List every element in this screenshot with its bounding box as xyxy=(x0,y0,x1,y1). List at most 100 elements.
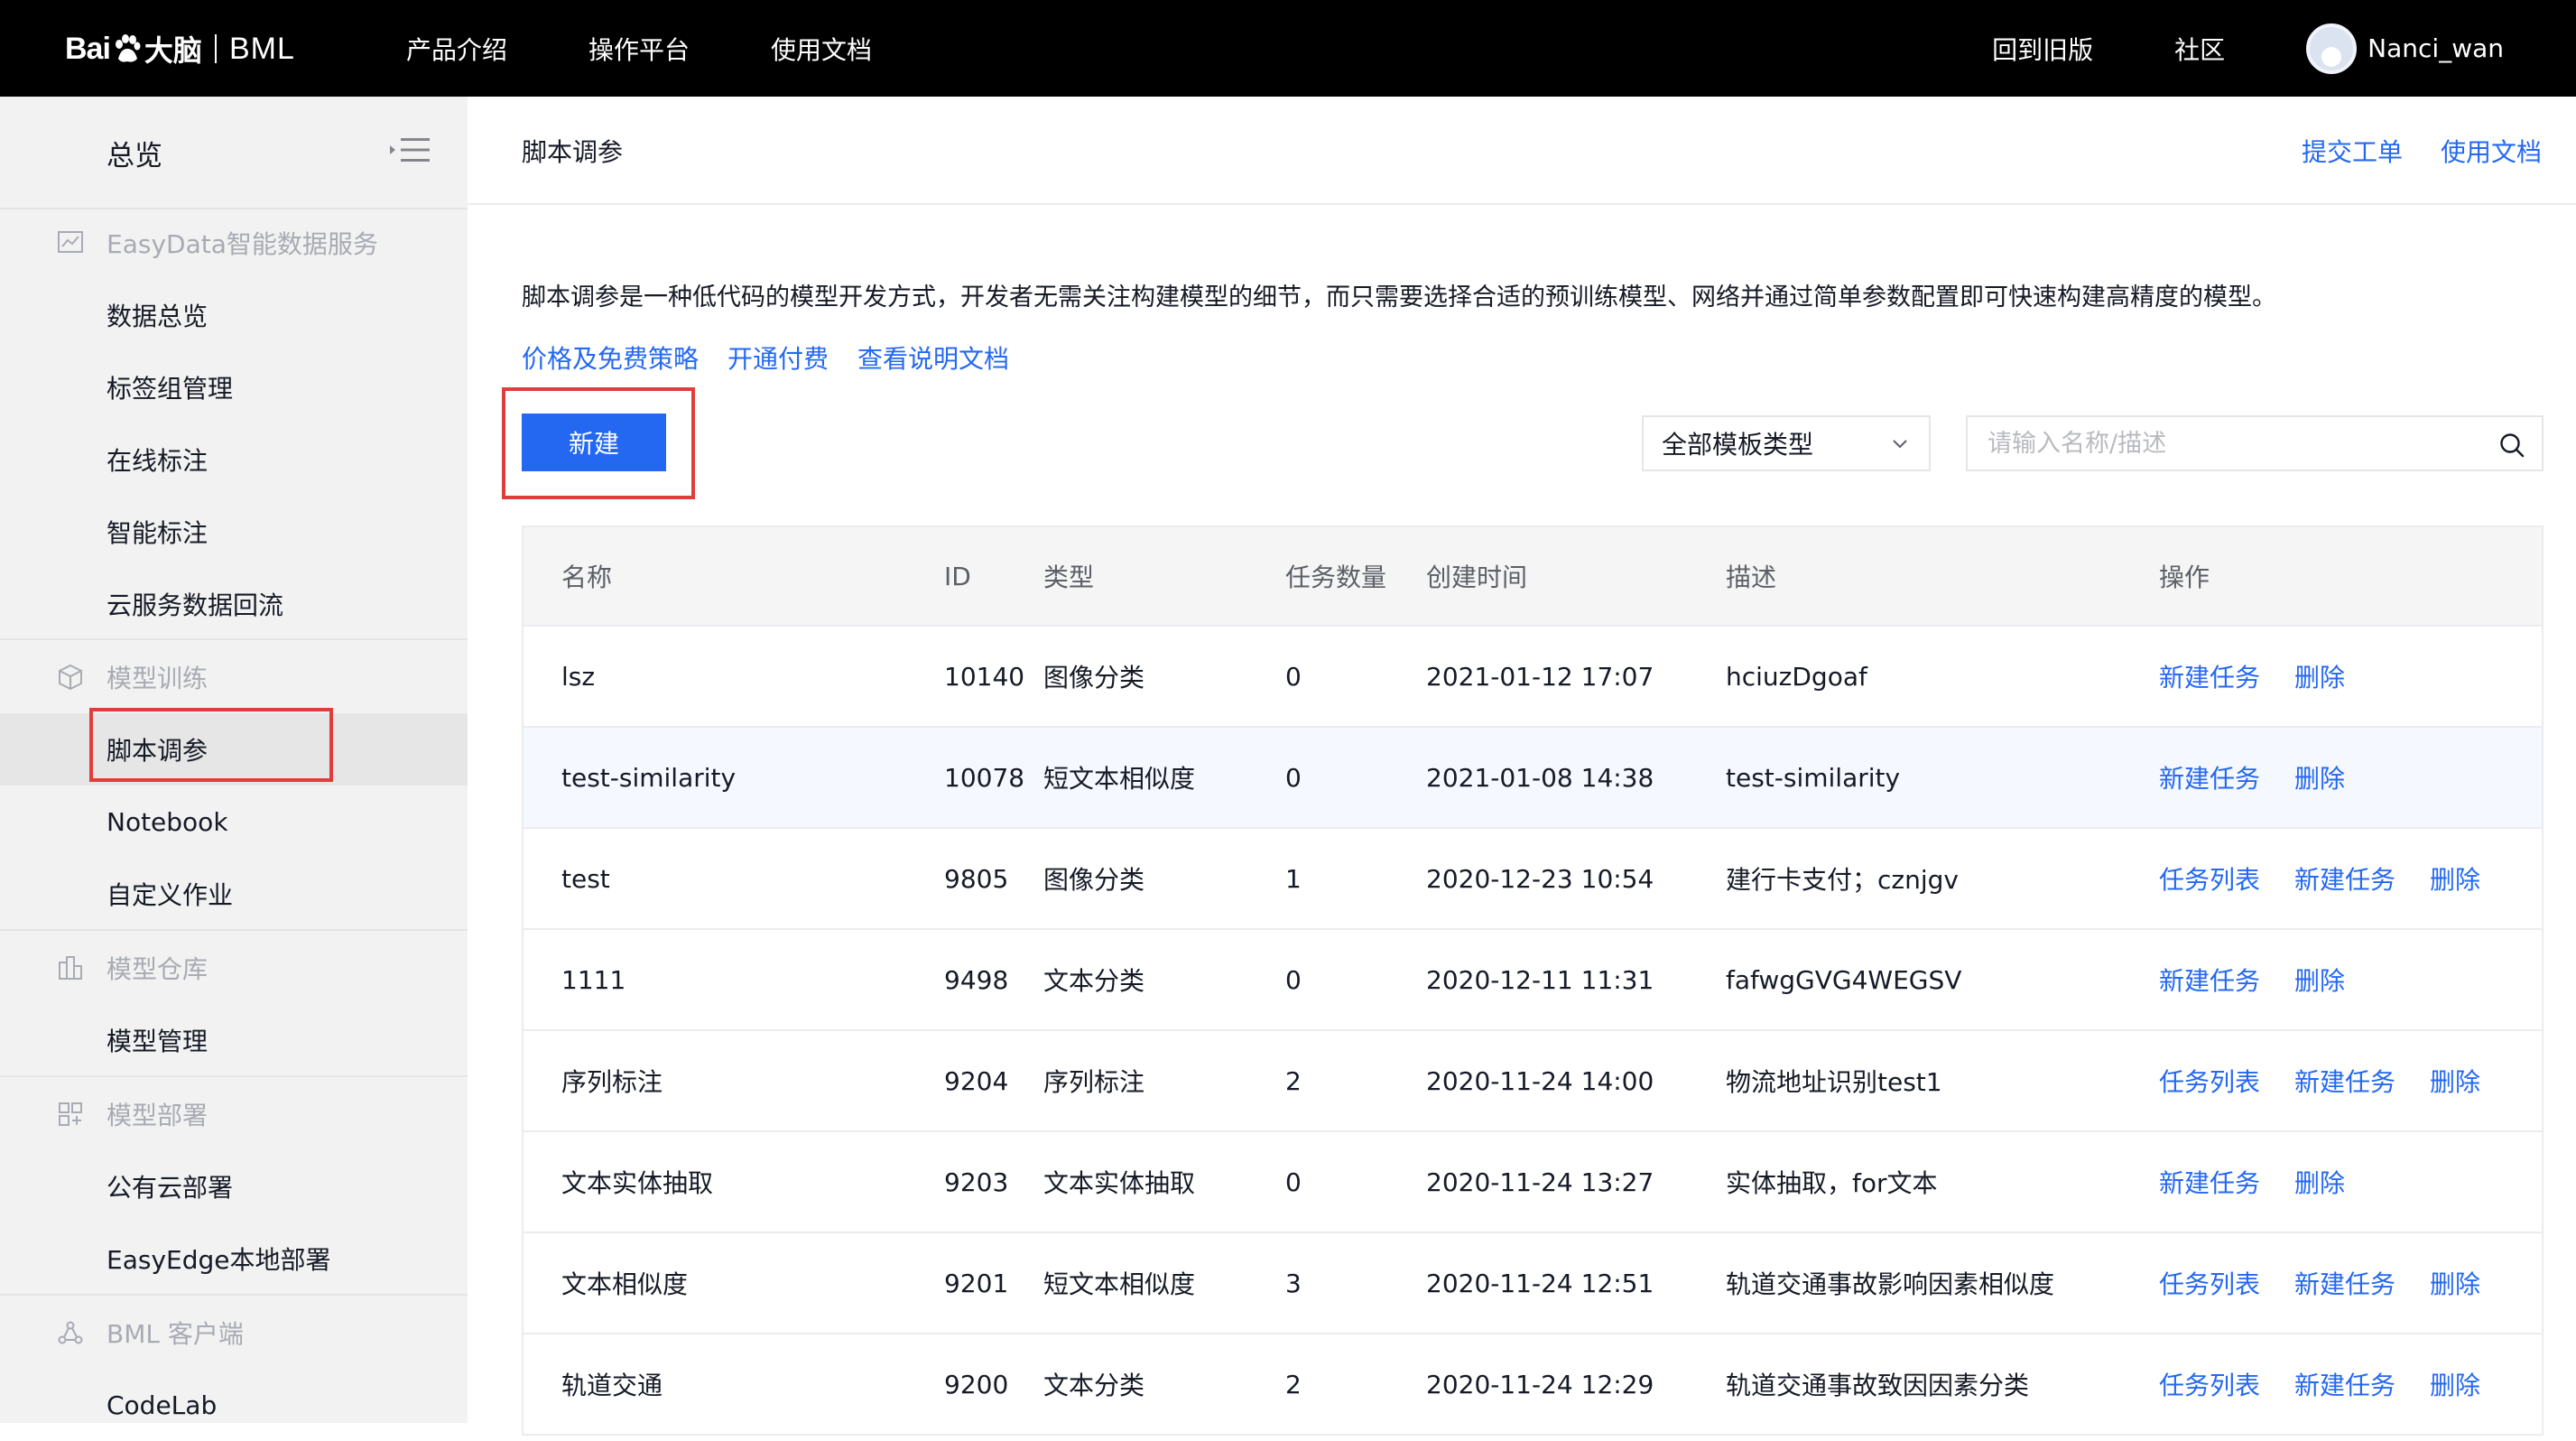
delete-link[interactable]: 删除 xyxy=(2294,759,2345,795)
submit-ticket-link[interactable]: 提交工单 xyxy=(2302,133,2403,169)
task-list-link[interactable]: 任务列表 xyxy=(2159,1063,2260,1099)
search-icon[interactable] xyxy=(2498,432,2525,459)
delete-link[interactable]: 删除 xyxy=(2430,1265,2480,1301)
template-type-select[interactable]: 全部模板类型 xyxy=(1642,415,1931,471)
table-row: test-similarity 10078 短文本相似度 0 2021-01-08 14… xyxy=(524,728,2542,829)
task-list-link[interactable]: 任务列表 xyxy=(2159,1366,2260,1402)
sidebar-item-label-groups[interactable]: 标签组管理 xyxy=(0,351,468,423)
column-header-type: 类型 xyxy=(1043,562,1095,592)
cell-actions: 新建任务 删除 xyxy=(2159,627,2345,726)
cell-actions: 任务列表 新建任务 删除 xyxy=(2159,1031,2480,1130)
sidebar-item-public-cloud[interactable]: 公有云部署 xyxy=(0,1150,468,1223)
delete-link[interactable]: 删除 xyxy=(2430,1063,2480,1099)
new-task-link[interactable]: 新建任务 xyxy=(2294,860,2395,897)
cell-actions: 新建任务 删除 xyxy=(2159,728,2345,827)
projects-table: 名称 ID 类型 任务数量 创建时间 描述 操作 lsz 10140 图像分类 0 20… xyxy=(522,525,2544,1436)
user-menu[interactable]: Nanci_wan xyxy=(2306,23,2504,74)
cell-description: fafwgGVG4WEGSV xyxy=(1726,964,1962,995)
table-row: test 9805 图像分类 1 2020-12-23 10:54 建行卡支付；cznjg… xyxy=(524,829,2542,930)
chart-line-icon xyxy=(58,231,83,253)
highlight-box-new-button xyxy=(502,387,695,499)
delete-link[interactable]: 删除 xyxy=(2430,1366,2480,1402)
delete-link[interactable]: 删除 xyxy=(2430,860,2480,897)
cell-task-count: 2 xyxy=(1285,1065,1302,1096)
delete-link[interactable]: 删除 xyxy=(2294,1164,2345,1200)
pricing-link[interactable]: 价格及免费策略 xyxy=(522,339,699,376)
sidebar-group-client: BML 客户端 xyxy=(0,1297,468,1369)
cell-name: test-similarity xyxy=(561,762,737,793)
sidebar-item-cloud-backflow[interactable]: 云服务数据回流 xyxy=(0,568,468,640)
delete-link[interactable]: 删除 xyxy=(2294,962,2345,998)
collapse-sidebar-icon[interactable] xyxy=(388,135,433,165)
cell-task-count: 1 xyxy=(1285,863,1302,894)
cell-type: 文本分类 xyxy=(1043,966,1145,996)
column-header-task-count: 任务数量 xyxy=(1285,562,1387,592)
usage-docs-link[interactable]: 使用文档 xyxy=(2441,133,2542,169)
cell-task-count: 0 xyxy=(1285,762,1302,793)
sidebar-item-model-management[interactable]: 模型管理 xyxy=(0,1004,468,1076)
baidu-bml-logo[interactable]: Bai 大脑 BML xyxy=(65,27,295,70)
page-header: 脚本调参 提交工单 使用文档 xyxy=(468,97,2576,205)
delete-link[interactable]: 删除 xyxy=(2294,658,2345,694)
table-row: lsz 10140 图像分类 0 2021-01-12 17:07 hciuzDgoaf 新… xyxy=(524,627,2542,728)
new-task-link[interactable]: 新建任务 xyxy=(2159,658,2260,694)
new-task-link[interactable]: 新建任务 xyxy=(2159,1164,2260,1200)
sidebar-item-online-labeling[interactable]: 在线标注 xyxy=(0,423,468,496)
cell-created-time: 2020-11-24 12:29 xyxy=(1426,1369,1654,1399)
cell-created-time: 2020-11-24 13:27 xyxy=(1426,1167,1654,1197)
new-task-link[interactable]: 新建任务 xyxy=(2294,1366,2395,1402)
activate-payment-link[interactable]: 开通付费 xyxy=(727,339,829,376)
search-box xyxy=(1966,415,2544,471)
new-task-link[interactable]: 新建任务 xyxy=(2159,759,2260,795)
cell-actions: 新建任务 删除 xyxy=(2159,1132,2345,1232)
cell-type: 文本实体抽取 xyxy=(1043,1168,1196,1198)
cell-description: 轨道交通事故影响因素相似度 xyxy=(1726,1269,2055,1299)
cube-icon xyxy=(59,665,82,690)
sidebar-item-codelab[interactable]: CodeLab xyxy=(0,1369,468,1441)
nav-product-intro[interactable]: 产品介绍 xyxy=(406,31,507,67)
sidebar-item-easyedge[interactable]: EasyEdge本地部署 xyxy=(0,1223,468,1295)
sidebar-item-custom-job[interactable]: 自定义作业 xyxy=(0,858,468,930)
group-label: 模型训练 xyxy=(107,664,208,693)
cell-id: 9498 xyxy=(944,964,1009,995)
cell-task-count: 2 xyxy=(1285,1369,1302,1399)
cell-description: 轨道交通事故致因因素分类 xyxy=(1726,1371,2030,1400)
paw-logo-icon xyxy=(115,34,141,62)
warehouse-icon xyxy=(59,956,82,980)
template-type-value: 全部模板类型 xyxy=(1662,430,1814,460)
cell-created-time: 2021-01-12 17:07 xyxy=(1426,661,1654,692)
sidebar-item-smart-labeling[interactable]: 智能标注 xyxy=(0,496,468,568)
view-docs-link[interactable]: 查看说明文档 xyxy=(857,339,1009,376)
header-links: 提交工单 使用文档 xyxy=(2302,133,2542,169)
cell-task-count: 0 xyxy=(1285,661,1302,692)
nav-old-version[interactable]: 回到旧版 xyxy=(1992,31,2093,67)
cell-description: 物流地址识别test1 xyxy=(1726,1067,1942,1097)
column-header-actions: 操作 xyxy=(2159,562,2210,592)
sidebar-item-notebook[interactable]: Notebook xyxy=(0,786,468,858)
cell-name: test xyxy=(561,863,610,894)
nav-community[interactable]: 社区 xyxy=(2174,31,2225,67)
sidebar-group-deploy: 模型部署 xyxy=(0,1078,468,1150)
cell-id: 10140 xyxy=(944,661,1025,692)
sidebar-item-data-overview[interactable]: 数据总览 xyxy=(0,279,468,351)
search-input[interactable] xyxy=(1988,429,2475,458)
nav-platform[interactable]: 操作平台 xyxy=(588,31,690,67)
secondary-nav: 回到旧版 社区 Nanci_wan xyxy=(1992,0,2504,97)
new-task-link[interactable]: 新建任务 xyxy=(2159,962,2260,998)
cell-name: 文本实体抽取 xyxy=(561,1168,714,1198)
sidebar-divider xyxy=(0,1075,468,1077)
cell-created-time: 2020-11-24 14:00 xyxy=(1426,1065,1654,1096)
task-list-link[interactable]: 任务列表 xyxy=(2159,1265,2260,1301)
column-header-id: ID xyxy=(944,561,971,591)
cell-name: 轨道交通 xyxy=(561,1371,663,1400)
avatar xyxy=(2306,23,2358,74)
new-task-link[interactable]: 新建任务 xyxy=(2294,1063,2395,1099)
cell-description: test-similarity xyxy=(1726,762,1901,793)
page-title: 脚本调参 xyxy=(522,137,624,167)
task-list-link[interactable]: 任务列表 xyxy=(2159,860,2260,897)
sidebar-divider xyxy=(0,638,468,640)
group-label: 模型仓库 xyxy=(107,954,208,984)
new-task-link[interactable]: 新建任务 xyxy=(2294,1265,2395,1301)
nav-docs[interactable]: 使用文档 xyxy=(771,31,872,67)
sidebar-item-overview[interactable]: 总览 xyxy=(107,133,162,173)
